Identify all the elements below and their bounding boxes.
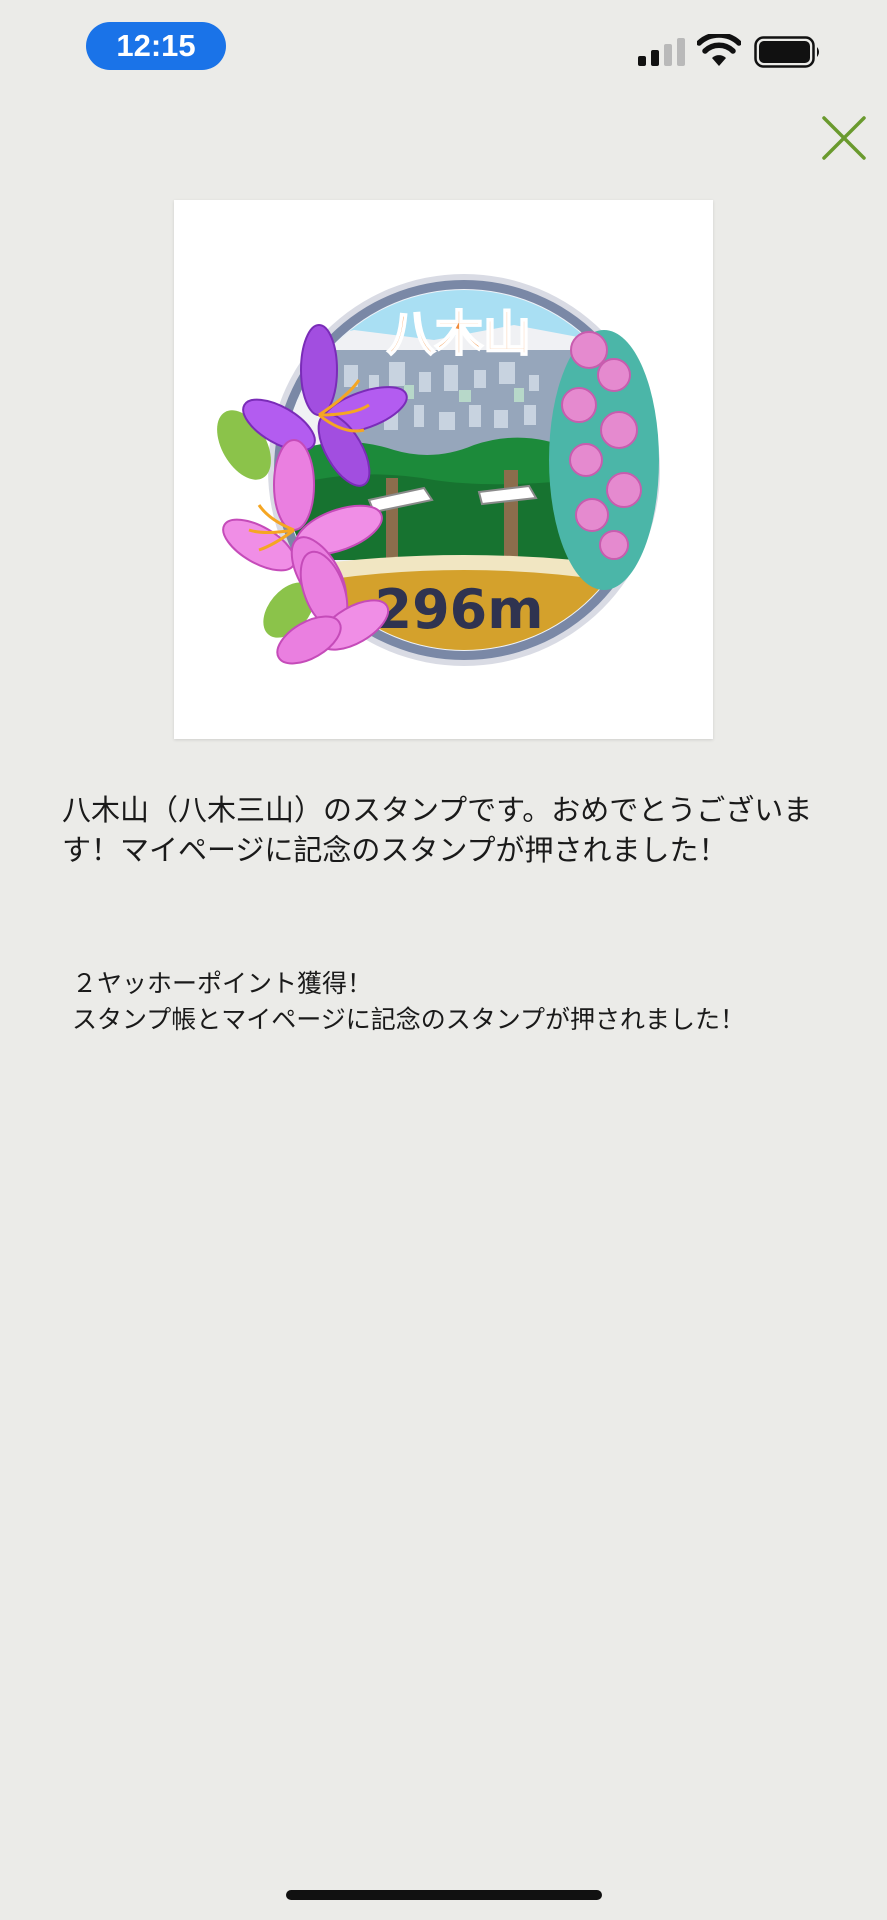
elevation-label: 296m [375, 578, 544, 641]
stamp-added-text: スタンプ帳とマイページに記念のスタンプが押されました！ [72, 1005, 746, 1034]
mountain-name-label: 八木山 [387, 306, 531, 362]
close-icon [822, 116, 866, 160]
stamp-message: 八木山（八木三山）のスタンプです。おめでとうございます！マイページに記念のスタン… [62, 793, 813, 867]
status-time: 12:15 [86, 22, 226, 70]
status-bar: 12:15 [0, 0, 887, 100]
points-earned-text: ２ヤッホーポイント獲得！ [72, 969, 373, 998]
home-indicator[interactable] [286, 1890, 602, 1900]
wifi-icon [697, 34, 741, 66]
stamp-card: 296m 八木山 [174, 200, 713, 739]
mountain-stamp-image: 296m 八木山 [217, 274, 660, 666]
cellular-signal-icon [638, 38, 685, 66]
close-button[interactable] [818, 112, 870, 164]
reward-info: ２ヤッホーポイント獲得！ スタンプ帳とマイページに記念のスタンプが押されました！ [72, 966, 862, 1038]
battery-icon [754, 36, 819, 68]
